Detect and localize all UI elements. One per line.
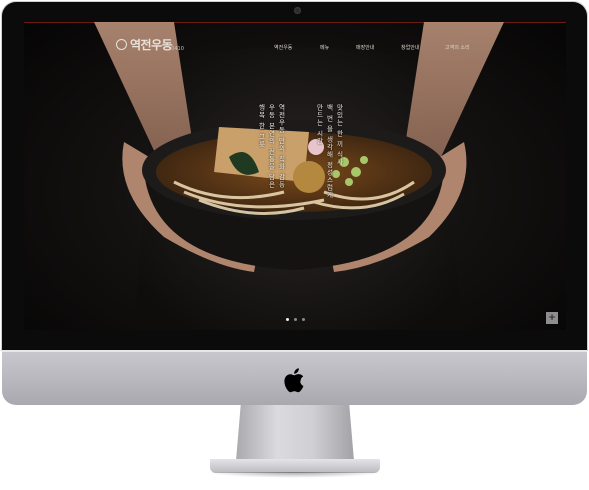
stand-shadow bbox=[205, 472, 385, 478]
slider-dot[interactable] bbox=[294, 318, 297, 321]
nav-item-contact[interactable]: 고객의 소리 bbox=[445, 44, 470, 51]
hero-copy-line: 백 번 을 생각해 정성스럽게 bbox=[325, 104, 333, 199]
hero-copy-line: 행복 한 그릇 bbox=[257, 104, 265, 148]
slider-pagination bbox=[286, 318, 305, 321]
plus-button[interactable]: + bbox=[546, 312, 558, 324]
stand-neck bbox=[236, 405, 354, 461]
bowl-mark-icon bbox=[116, 39, 127, 50]
stand-foot bbox=[210, 459, 380, 473]
nav-item-stores[interactable]: 매장안내 bbox=[356, 44, 374, 51]
hero-copy-line: 역전우동 만의 직화 감동 bbox=[277, 104, 285, 189]
imac-mockup: 역전우동 0410 역전우동 메뉴 매장안내 창업안내 고객의 소리 역전우동 … bbox=[0, 0, 589, 490]
apple-logo-icon bbox=[284, 368, 304, 393]
logo-subtext: 0410 bbox=[171, 46, 184, 52]
website-screen: 역전우동 0410 역전우동 메뉴 매장안내 창업안내 고객의 소리 역전우동 … bbox=[24, 22, 566, 330]
camera-icon bbox=[294, 7, 301, 14]
logo-text: 역전우동 bbox=[130, 38, 173, 52]
hero-copy-line: 우동 본연의 전통을 담은 bbox=[267, 104, 275, 189]
nav-item-brand[interactable]: 역전우동 bbox=[274, 44, 292, 51]
slider-dot[interactable] bbox=[302, 318, 305, 321]
hero-image bbox=[94, 22, 504, 330]
site-logo[interactable]: 역전우동 0410 bbox=[116, 36, 184, 53]
nav-item-franchise[interactable]: 창업안내 bbox=[401, 44, 419, 51]
slider-dot[interactable] bbox=[286, 318, 289, 321]
hero-copy-group-2: 맛있는 한 끼 식사 백 번 을 생각해 정성스럽게 만드는 시간 bbox=[314, 104, 344, 254]
hero-copy-group-1: 역전우동 만의 직화 감동 우동 본연의 전통을 담은 행복 한 그릇 bbox=[256, 104, 286, 254]
chin-highlight bbox=[2, 350, 587, 352]
hero-copy-line: 만드는 시간 bbox=[315, 104, 323, 145]
hero-copy-line: 맛있는 한 끼 식사 bbox=[335, 104, 343, 166]
nav-item-menu[interactable]: 메뉴 bbox=[320, 44, 329, 51]
